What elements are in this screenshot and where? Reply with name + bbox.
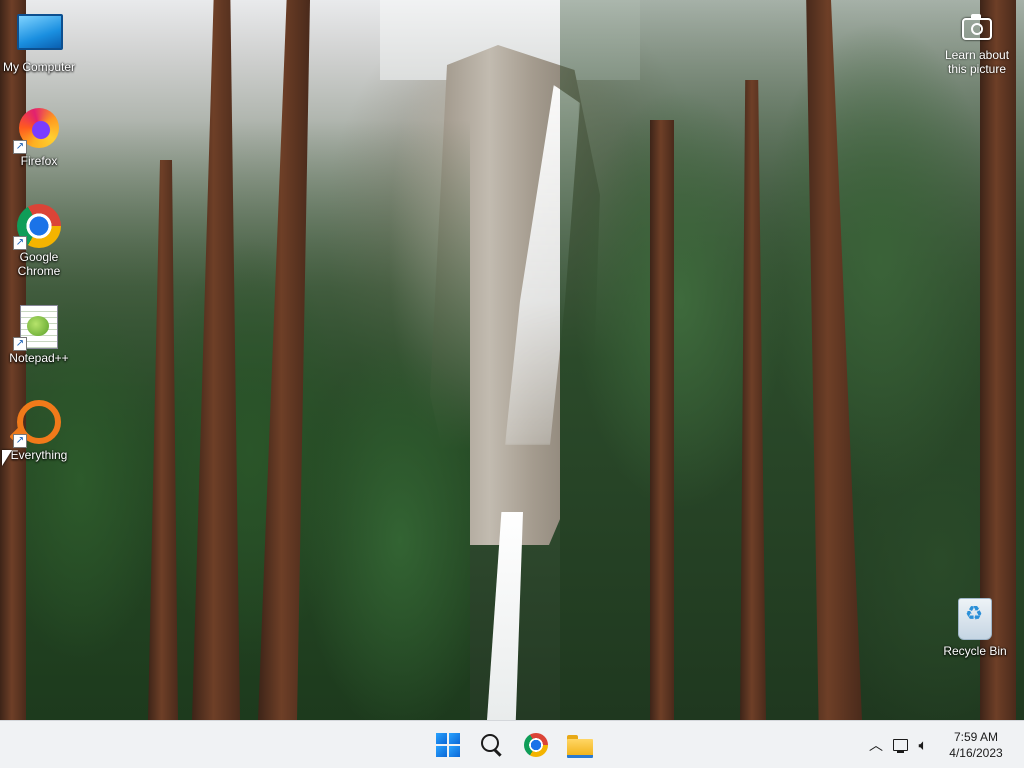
show-desktop-button[interactable] [1016,721,1024,768]
taskbar-chrome-button[interactable] [518,727,554,763]
folder-icon [567,735,593,758]
learn-about-picture-label: Learn about this picture [944,48,1010,76]
notepadpp-icon: ↗ [13,305,61,351]
volume-button[interactable]: 🔈︎ [910,721,936,768]
clock-time: 7:59 AM [953,730,999,744]
camera-icon [962,14,992,40]
taskbar-file-explorer-button[interactable] [562,727,598,763]
chrome-icon: ↗ [13,204,61,250]
mouse-cursor-icon [2,450,12,466]
taskbar-pinned-apps [430,727,598,763]
learn-about-picture-button[interactable]: Learn about this picture [940,14,1014,76]
firefox-icon: ↗ [13,108,61,154]
everything-icon: ↗ [13,400,61,448]
desktop-icon-firefox[interactable]: ↗ Firefox [1,106,77,168]
shortcut-arrow-icon: ↗ [13,434,27,448]
desktop-icon-google-chrome[interactable]: ↗ Google Chrome [1,204,77,278]
shortcut-arrow-icon: ↗ [13,337,27,351]
desktop-icon-label: Everything [10,448,68,462]
search-icon [481,734,499,752]
start-button[interactable] [430,727,466,763]
desktop-wallpaper [0,0,1024,720]
system-tray: ︿ 🔈︎ 7:59 AM 4/16/2023 [862,721,1024,768]
computer-icon [17,14,63,58]
desktop-icon-label: Firefox [20,154,58,168]
desktop-icon-label: My Computer [2,60,76,74]
desktop-icon-label: Recycle Bin [943,644,1007,658]
show-hidden-icons-button[interactable]: ︿ [862,721,890,768]
taskbar: ︿ 🔈︎ 7:59 AM 4/16/2023 [0,720,1024,768]
chevron-up-icon: ︿ [869,737,883,753]
recycle-bin-icon [953,598,997,642]
clock-date: 4/16/2023 [949,746,1003,760]
desktop-icon-label: Notepad++ [9,351,69,365]
taskbar-search-button[interactable] [474,727,510,763]
network-icon [892,739,908,753]
desktop-icon-recycle-bin[interactable]: Recycle Bin [937,598,1013,658]
desktop-icon-label: Google Chrome [17,250,61,278]
wallpaper-tree-trunk [650,120,674,720]
desktop-icon-everything[interactable]: ↗ Everything [1,400,77,462]
desktop-icon-my-computer[interactable]: My Computer [1,10,77,74]
network-button[interactable] [890,721,910,768]
shortcut-arrow-icon: ↗ [13,236,27,250]
windows-icon [436,733,460,757]
shortcut-arrow-icon: ↗ [13,140,27,154]
volume-icon: 🔈︎ [918,736,928,754]
chrome-icon [524,733,548,757]
desktop-icon-notepadpp[interactable]: ↗ Notepad++ [1,305,77,365]
clock-button[interactable]: 7:59 AM 4/16/2023 [936,721,1016,768]
